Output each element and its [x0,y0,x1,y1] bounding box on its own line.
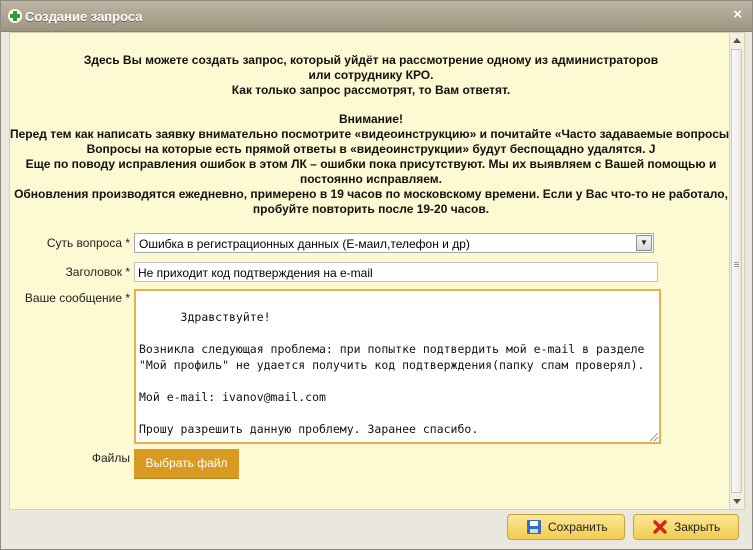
floppy-disk-icon [527,520,541,534]
notice-line: Перед тем как написать заявку внимательн… [10,127,740,141]
scrollbar-thumb[interactable] [731,49,742,493]
grip-icon [734,262,739,268]
scroll-up-icon[interactable] [733,38,741,43]
create-request-dialog: Создание запроса × Здесь Вы можете созда… [0,0,753,550]
subject-input[interactable]: Не приходит код подтверждения на e-mail [134,262,658,282]
save-button-label: Сохранить [548,520,608,534]
message-label: Ваше сообщение * [24,291,130,305]
notice-heading: Внимание! [339,112,403,126]
chevron-down-icon[interactable]: ▼ [636,235,652,251]
message-textarea[interactable]: Здравствуйте! Возникла следующая проблем… [134,289,661,444]
notice-line: Здесь Вы можете создать запрос, который … [83,53,659,67]
choose-file-button[interactable]: Выбрать файл [134,449,239,479]
dialog-titlebar[interactable]: Создание запроса × [1,1,752,32]
dialog-title: Создание запроса [25,9,143,24]
notice-line: Еще по поводу исправления ошибок в этом … [25,157,717,171]
notice-text: Здесь Вы можете создать запрос, который … [10,53,740,217]
save-button[interactable]: Сохранить [507,514,625,540]
close-button-label: Закрыть [674,520,721,534]
close-x-icon [653,520,667,534]
dialog-content: Здесь Вы можете создать запрос, который … [9,32,745,510]
files-label: Файлы [91,451,130,465]
topic-label: Суть вопроса * [46,236,130,250]
topic-select-value: Ошибка в регистрационных данных (E-маил,… [139,237,470,251]
plus-icon [8,9,22,23]
titlebar-close-icon[interactable]: × [733,6,742,23]
message-text: Здравствуйте! Возникла следующая проблем… [139,310,645,436]
subject-label: Заголовок * [65,265,130,279]
notice-line: Вопросы на которые есть прямой ответы в … [86,142,656,156]
dialog-footer: Сохранить Закрыть [1,509,752,549]
vertical-scrollbar[interactable] [729,33,744,509]
notice-line: Обновления производятся ежедневно, приме… [14,187,728,201]
notice-line: пробуйте повторить после 19-20 часов. [252,202,490,216]
notice-line: Как только запрос рассмотрят, то Вам отв… [231,83,511,97]
resize-grip-icon[interactable] [650,433,658,441]
scroll-down-icon[interactable] [733,499,741,504]
notice-line: постоянно исправляем. [299,172,443,186]
close-button[interactable]: Закрыть [633,514,739,540]
notice-line: или сотруднику КРО. [308,68,434,82]
topic-select[interactable]: Ошибка в регистрационных данных (E-маил,… [134,233,654,253]
